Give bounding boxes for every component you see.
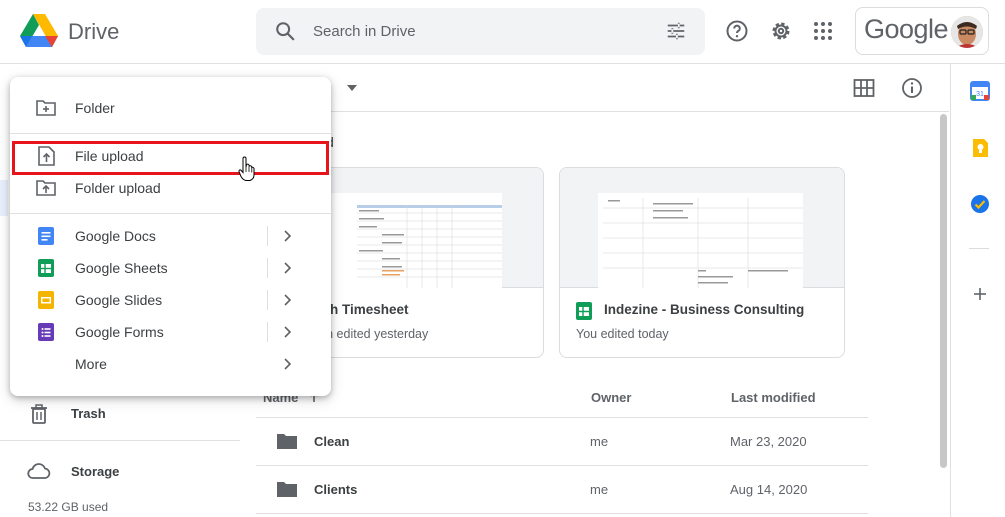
- hand-cursor-icon: [238, 156, 255, 181]
- menu-divider: [10, 213, 331, 214]
- info-icon[interactable]: [901, 77, 923, 99]
- file-modified: Aug 14, 2020: [730, 482, 808, 497]
- folder-upload-icon: [36, 180, 56, 196]
- menu-item-google-forms[interactable]: Google Forms: [10, 316, 331, 348]
- avatar[interactable]: [951, 16, 983, 48]
- top-header: Drive Search in Drive Google: [0, 0, 1005, 64]
- sheets-icon: [38, 259, 54, 277]
- forms-icon: [38, 323, 54, 341]
- file-name: Clients: [314, 482, 358, 497]
- quick-access-card[interactable]: Indezine - Business Consulting You edite…: [559, 167, 845, 358]
- side-panel: 31: [950, 64, 1005, 517]
- menu-divider: [10, 133, 331, 134]
- table-row[interactable]: Clients me Aug 14, 2020: [256, 466, 868, 514]
- google-logo: Google: [864, 14, 949, 44]
- file-thumbnail: [560, 168, 844, 288]
- sidebar-item-storage[interactable]: Storage: [0, 456, 240, 488]
- card-title: Indezine - Business Consulting: [604, 302, 805, 317]
- sidebar-item-label: Trash: [71, 406, 106, 421]
- storage-used-text: 53.22 GB used: [28, 500, 109, 514]
- apps-grid-icon[interactable]: [811, 19, 835, 43]
- file-name: Clean: [314, 434, 350, 449]
- help-icon[interactable]: [725, 19, 749, 43]
- keep-icon[interactable]: [970, 138, 990, 158]
- calendar-icon[interactable]: 31: [970, 81, 990, 101]
- chevron-right-icon[interactable]: [281, 261, 293, 275]
- card-subtitle: arn edited yesterday: [315, 327, 429, 341]
- trash-icon: [31, 404, 47, 424]
- sidebar-item-label: Storage: [71, 464, 120, 479]
- search-bar[interactable]: Search in Drive: [256, 8, 705, 55]
- menu-item-label: Google Sheets: [75, 260, 168, 276]
- column-header-modified[interactable]: Last modified: [731, 390, 816, 405]
- docs-icon: [38, 227, 54, 245]
- folder-icon: [277, 434, 297, 449]
- menu-item-more[interactable]: More: [10, 348, 331, 380]
- sidebar-active-stub: [0, 180, 8, 216]
- main-toolbar: e: [256, 64, 949, 112]
- grid-view-icon[interactable]: [853, 77, 875, 99]
- menu-item-label: Google Docs: [75, 228, 156, 244]
- tasks-icon[interactable]: [970, 194, 990, 214]
- account-button[interactable]: Google: [855, 7, 989, 55]
- scrollbar[interactable]: [938, 112, 948, 517]
- file-upload-icon: [38, 146, 55, 166]
- menu-item-folder[interactable]: Folder: [10, 92, 331, 124]
- search-icon[interactable]: [274, 20, 296, 42]
- file-owner: me: [590, 482, 609, 497]
- chevron-right-icon[interactable]: [281, 229, 293, 243]
- settings-gear-icon[interactable]: [769, 19, 793, 43]
- menu-item-divider: [267, 322, 268, 342]
- menu-item-file-upload[interactable]: File upload: [10, 140, 331, 172]
- menu-item-folder-upload[interactable]: Folder upload: [10, 172, 331, 204]
- menu-item-divider: [267, 290, 268, 310]
- chevron-right-icon[interactable]: [281, 357, 293, 371]
- file-modified: Mar 23, 2020: [730, 434, 807, 449]
- chevron-right-icon[interactable]: [281, 325, 293, 339]
- menu-item-google-sheets[interactable]: Google Sheets: [10, 252, 331, 284]
- menu-item-google-slides[interactable]: Google Slides: [10, 284, 331, 316]
- search-options-icon[interactable]: [665, 20, 687, 42]
- search-input[interactable]: Search in Drive: [313, 23, 416, 40]
- drive-logo-icon[interactable]: [20, 13, 58, 49]
- caret-down-icon[interactable]: [346, 84, 358, 92]
- sidebar-divider: [0, 440, 240, 441]
- app-name[interactable]: Drive: [68, 19, 119, 45]
- row-divider: [256, 513, 868, 514]
- card-subtitle: You edited today: [576, 327, 669, 341]
- column-header-owner[interactable]: Owner: [591, 390, 631, 405]
- sheets-icon: [576, 302, 592, 320]
- side-panel-divider: [969, 248, 989, 249]
- menu-item-label: More: [75, 356, 107, 372]
- new-menu: Folder File upload Folder upload Google …: [10, 77, 331, 396]
- menu-item-divider: [267, 226, 268, 246]
- menu-item-google-docs[interactable]: Google Docs: [10, 220, 331, 252]
- menu-item-label: Google Slides: [75, 292, 163, 308]
- folder-icon: [277, 482, 297, 497]
- add-addon-icon[interactable]: [970, 284, 990, 304]
- scrollbar-thumb[interactable]: [940, 114, 947, 468]
- menu-item-label: Folder upload: [75, 180, 161, 196]
- menu-item-label: Google Forms: [75, 324, 164, 340]
- slides-icon: [38, 291, 54, 309]
- sidebar-item-trash[interactable]: Trash: [0, 398, 240, 430]
- file-owner: me: [590, 434, 609, 449]
- cloud-icon: [27, 463, 51, 479]
- folder-plus-icon: [36, 100, 56, 116]
- svg-text:31: 31: [976, 91, 984, 98]
- menu-item-label: Folder: [75, 100, 115, 116]
- chevron-right-icon[interactable]: [281, 293, 293, 307]
- menu-item-divider: [267, 258, 268, 278]
- spreadsheet-preview: [598, 193, 803, 288]
- table-row[interactable]: Clean me Mar 23, 2020: [256, 418, 868, 466]
- menu-item-label: File upload: [75, 148, 144, 164]
